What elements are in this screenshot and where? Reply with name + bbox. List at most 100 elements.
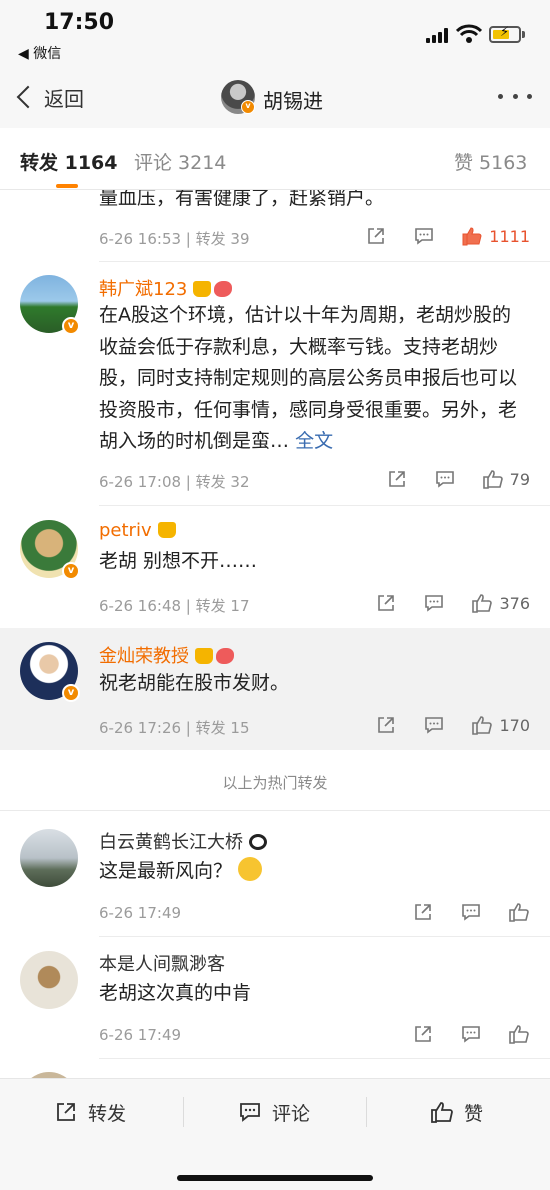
like-button[interactable] [508,901,530,923]
share-button[interactable] [375,714,397,736]
like-button[interactable]: 79 [482,468,530,490]
nav-bar: 返回 v 胡锡进 [0,66,550,128]
like-count: 376 [499,593,530,613]
like-button[interactable] [508,1023,530,1045]
user-avatar[interactable] [20,951,78,1009]
verified-badge-icon: v [62,562,80,580]
thumbs-up-icon [472,716,493,735]
tab-active-indicator [56,184,78,188]
repost-meta: 6-26 17:08 | 转发 32 [99,473,250,491]
repost-content: 祝老胡能在股市发财。 [99,672,290,694]
tab-comments[interactable]: 评论 3214 [134,148,226,175]
share-button[interactable] [412,1023,434,1045]
comment-button[interactable] [460,901,482,923]
share-button[interactable] [386,468,408,490]
comment-icon [425,717,444,734]
thumbs-up-icon [472,594,493,613]
page-title: 胡锡进 [263,89,323,113]
user-name[interactable]: 本是人间飘渺客 [99,950,225,976]
crown-badge-icon [157,522,176,538]
share-button[interactable] [375,592,397,614]
comment-icon [462,904,480,921]
comment-button[interactable] [423,714,445,736]
battery-icon: ⚡ [489,25,521,43]
like-button[interactable]: 赞 [430,1099,483,1125]
thumbs-up-icon [431,1102,453,1123]
more-options-icon[interactable] [498,94,532,102]
share-icon [415,1026,431,1042]
comment-button[interactable] [413,225,435,247]
panda-badge-icon [249,834,267,850]
crown-badge-icon [193,281,212,297]
user-name[interactable]: petriv [99,520,176,541]
share-icon [57,1103,75,1121]
back-label: 返回 [44,86,84,111]
thumbs-up-icon [509,903,529,922]
status-time: 17:50 [44,10,115,35]
repost-list[interactable]: 量血压，有害健康了，赶紧销户。 6-26 16:53 | 转发 39 1111 … [0,190,550,1078]
repost-label: 转发 [88,1102,127,1125]
user-avatar[interactable] [20,829,78,887]
thumbs-up-icon [462,227,482,246]
comment-button[interactable] [460,1023,482,1045]
author-avatar[interactable]: v [221,80,255,114]
user-name[interactable]: 金灿荣教授 [99,642,234,668]
share-icon [388,471,405,487]
back-button[interactable]: 返回 [14,82,84,112]
repost-meta: 6-26 17:49 [99,904,182,922]
repost-item: 本是人间飘渺客 老胡这次真的中肯 6-26 17:49 [0,942,550,1059]
comment-icon [240,1103,260,1122]
comment-icon [415,228,434,245]
back-to-wechat[interactable]: ◀ 微信 [18,43,61,63]
repost-content: 老胡 别想不开…… [99,550,258,572]
emoji-icon [238,857,263,881]
repost-item: v 韩广斌123 在A股这个环境，估计以十年为周期，老胡炒股的收益会低于存款利息… [0,262,550,506]
repost-item: 量血压，有害健康了，赶紧销户。 6-26 16:53 | 转发 39 1111 [0,190,550,262]
home-indicator [177,1175,373,1181]
repost-content: 这是最新风向？ [99,856,529,888]
tab-likes[interactable]: 赞 5163 [454,148,527,175]
comment-button[interactable] [423,592,445,614]
like-count: 170 [499,715,530,735]
chevron-left-icon [16,85,40,109]
like-button[interactable]: 1111 [461,225,530,247]
user-name[interactable]: 韩广斌123 [99,275,233,301]
thumbs-up-icon [482,470,503,489]
full-text-link[interactable]: 全文 [295,430,333,452]
repost-meta: 6-26 16:53 | 转发 39 [99,230,250,248]
comment-button[interactable] [434,468,456,490]
tab-reposts[interactable]: 转发 1164 [20,148,118,175]
repost-content: 量血压，有害健康了，赶紧销户。 [99,190,385,209]
user-name[interactable]: 白云黄鹤长江大桥 [99,828,267,854]
cell-signal-icon [426,27,452,43]
wifi-icon [456,24,482,43]
like-label: 赞 [464,1102,484,1125]
like-count: 1111 [489,226,530,246]
repost-item: v petriv 老胡 别想不开…… 6-26 16:48 | 转发 17 37… [0,506,550,628]
tab-bar: 转发 1164 评论 3214 赞 5163 [0,128,550,190]
fish-badge-icon [214,281,233,297]
share-icon [415,904,431,920]
repost-button[interactable]: 转发 [54,1099,126,1125]
repost-item: v 金灿荣教授 祝老胡能在股市发财。 6-26 17:26 | 转发 15 17… [0,628,550,750]
comment-icon [425,595,444,612]
share-button[interactable] [365,225,387,247]
share-button[interactable] [412,901,434,923]
comment-button[interactable]: 评论 [238,1099,310,1125]
share-icon [378,595,395,611]
bottom-toolbar: 转发 评论 赞 [0,1078,550,1190]
crown-badge-icon [195,648,213,664]
repost-item: 白云黄鹤长江大桥 这是最新风向？ 6-26 17:49 [0,820,550,937]
repost-content: 老胡这次真的中肯 [99,982,252,1004]
like-button[interactable]: 376 [471,592,530,614]
repost-content: 在A股这个环境，估计以十年为周期，老胡炒股的收益会低于存款利息，大概率亏钱。支持… [99,304,518,452]
repost-meta: 6-26 17:49 [99,1026,182,1044]
verified-badge-icon: v [62,317,80,335]
hot-reposts-note: 以上为热门转发 [222,774,328,792]
comment-icon [462,1026,480,1043]
comment-label: 评论 [272,1102,311,1125]
like-count: 79 [509,469,530,489]
repost-meta: 6-26 17:26 | 转发 15 [99,719,250,737]
share-icon [378,717,395,733]
like-button[interactable]: 170 [471,714,530,736]
